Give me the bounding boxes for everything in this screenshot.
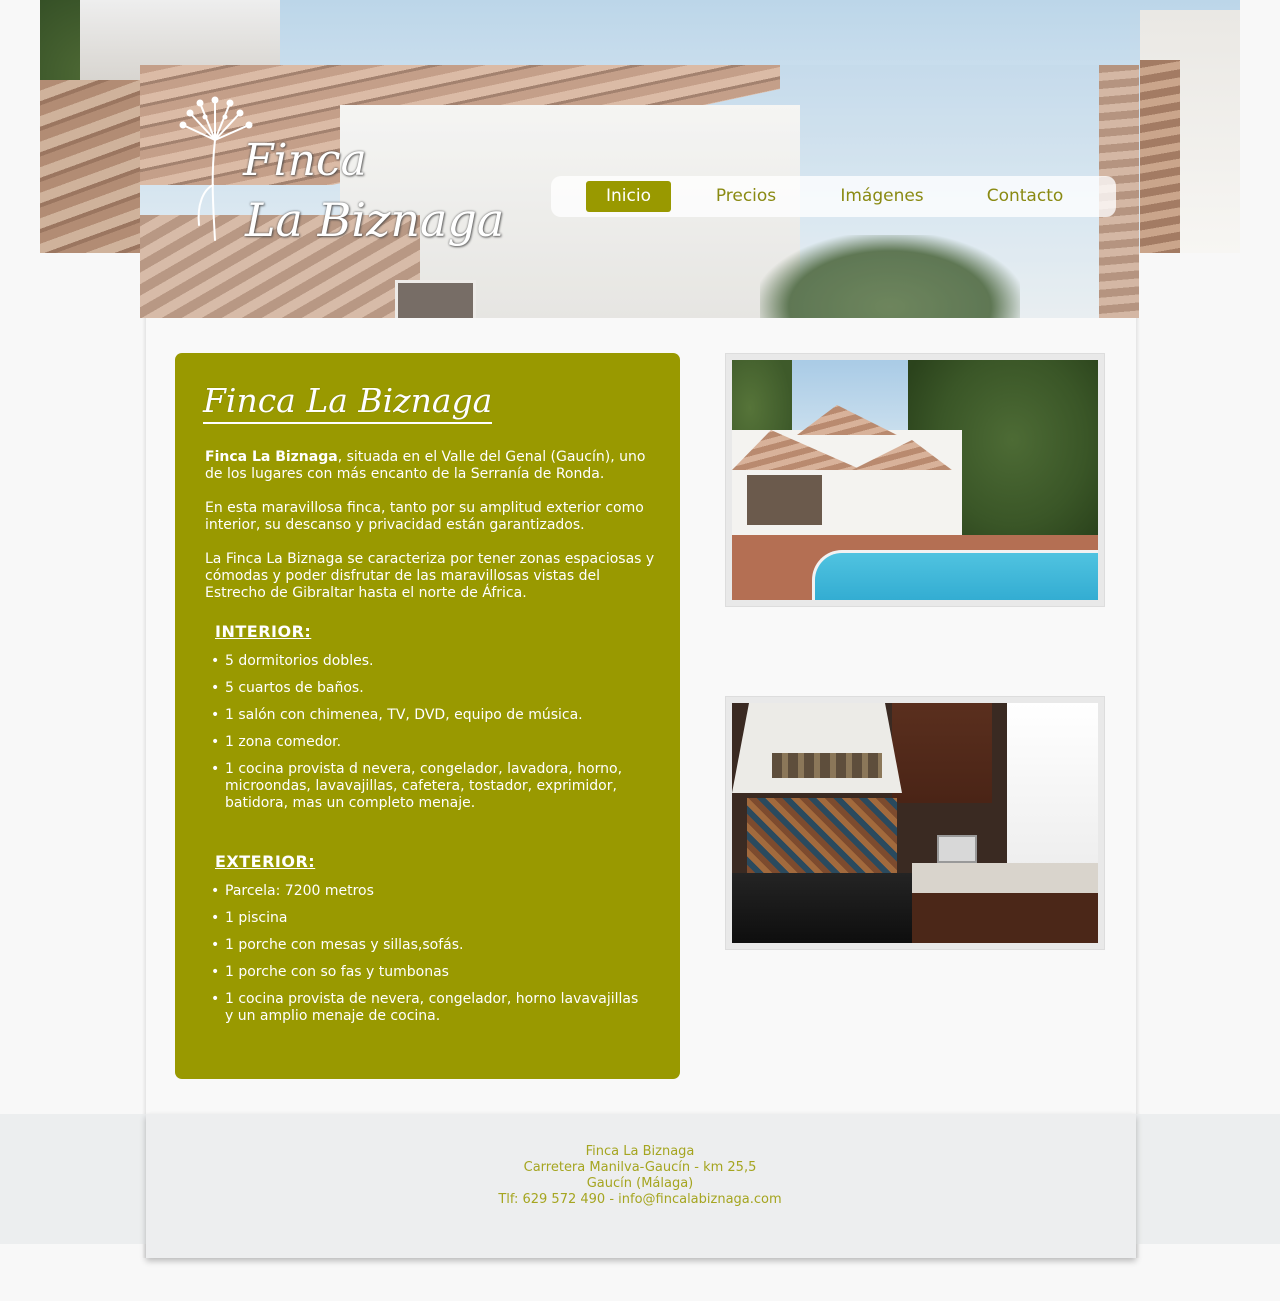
list-item: 1 zona comedor. (211, 734, 641, 751)
exterior-heading: EXTERIOR: (215, 852, 316, 871)
site-logo[interactable]: Finca La Biznaga (175, 95, 504, 250)
nav-item-inicio[interactable]: Inicio (586, 181, 671, 212)
main-nav: Inicio Precios Imágenes Contacto (551, 176, 1116, 217)
info-title: Finca La Biznaga (203, 381, 493, 424)
info-box: Finca La Biznaga Finca La Biznaga, situa… (175, 353, 680, 1079)
list-item: Parcela: 7200 metros (211, 883, 641, 900)
footer-contact[interactable]: Tlf: 629 572 490 - info@fincalabiznaga.c… (0, 1192, 1280, 1208)
logo-text-la-biznaga: La Biznaga (245, 193, 505, 247)
list-item: 5 dormitorios dobles. (211, 653, 641, 670)
photo-kitchen[interactable] (725, 696, 1105, 950)
nav-item-imagenes[interactable]: Imágenes (829, 181, 935, 212)
interior-list: 5 dormitorios dobles. 5 cuartos de baños… (211, 653, 641, 822)
roof-tiles-right (1140, 60, 1180, 253)
intro-paragraph-1: Finca La Biznaga, situada en el Valle de… (205, 449, 655, 483)
list-item: 1 cocina provista de nevera, congelador,… (211, 991, 641, 1025)
footer-name: Finca La Biznaga (585, 1144, 695, 1159)
nav-item-contacto[interactable]: Contacto (981, 181, 1069, 212)
list-item: 1 cocina provista d nevera, congelador, … (211, 761, 641, 812)
exterior-list: Parcela: 7200 metros 1 piscina 1 porche … (211, 883, 641, 1035)
list-item: 1 porche con mesas y sillas,sofás. (211, 937, 641, 954)
photo-pool[interactable] (725, 353, 1105, 607)
intro-bold-name: Finca La Biznaga (205, 449, 338, 465)
list-item: 1 porche con so fas y tumbonas (211, 964, 641, 981)
logo-text-finca: Finca (243, 135, 367, 186)
list-item: 1 salón con chimenea, TV, DVD, equipo de… (211, 707, 641, 724)
pool-image (732, 360, 1098, 600)
kitchen-image (732, 703, 1098, 943)
footer-text: Finca La Biznaga Carretera Manilva-Gaucí… (0, 1144, 1280, 1208)
interior-heading: INTERIOR: (215, 622, 312, 641)
list-item: 5 cuartos de baños. (211, 680, 641, 697)
list-item: 1 piscina (211, 910, 641, 927)
intro-paragraph-3: La Finca La Biznaga se caracteriza por t… (205, 551, 655, 601)
nav-item-precios[interactable]: Precios (701, 181, 791, 212)
footer-city: Gaucín (Málaga) (586, 1176, 694, 1191)
footer-address: Carretera Manilva-Gaucín - km 25,5 (523, 1160, 757, 1175)
intro-paragraph-2: En esta maravillosa finca, tanto por su … (205, 500, 644, 533)
